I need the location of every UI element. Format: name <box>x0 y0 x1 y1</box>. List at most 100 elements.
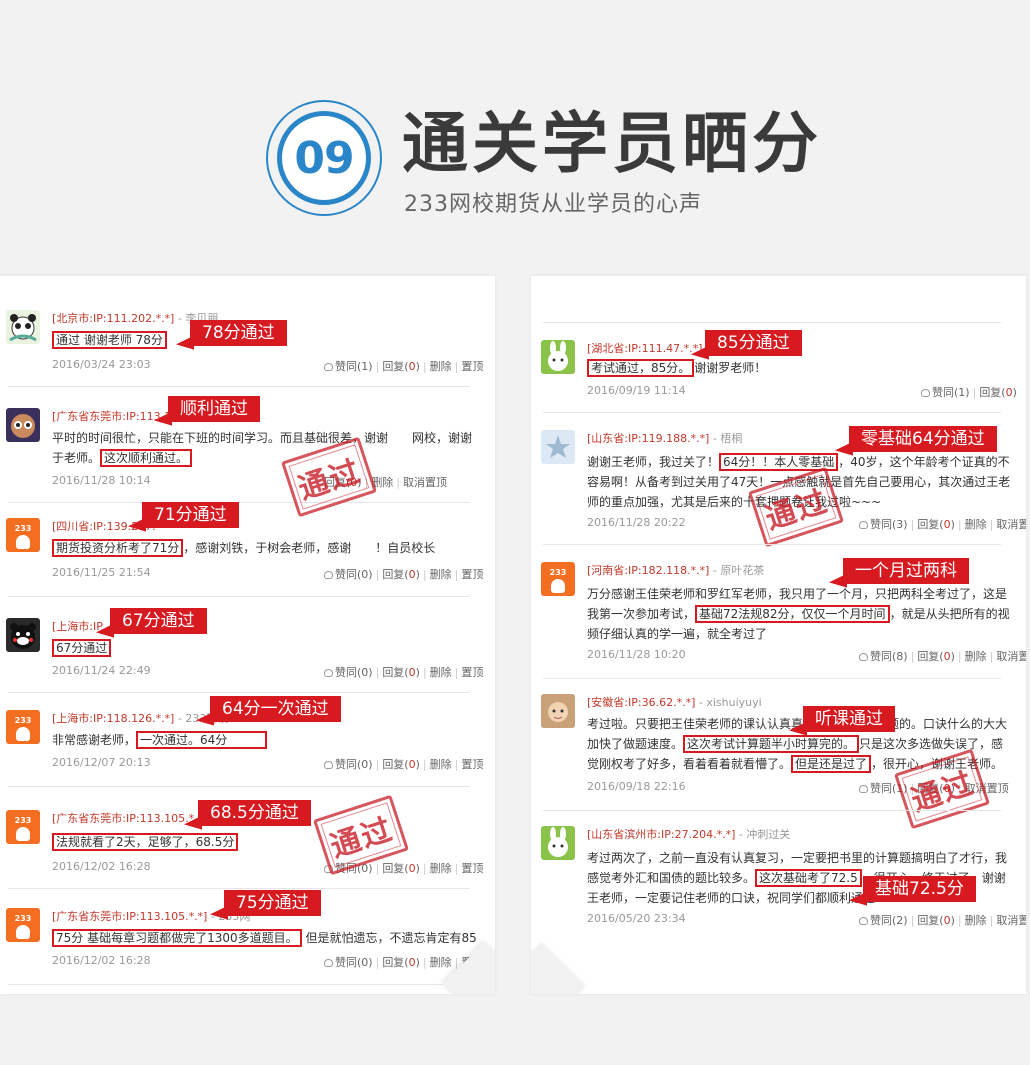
page-title: 通关学员晒分 <box>402 105 822 182</box>
thumbs-up-icon <box>859 917 868 925</box>
comment-text: 法规就看了2天，足够了，68.5分 <box>52 832 472 852</box>
thumbs-up-icon <box>324 761 333 769</box>
like-button[interactable]: 赞同(0) <box>324 758 373 771</box>
score-callout: 顺利通过 <box>168 396 260 422</box>
pin-button[interactable]: 置顶 <box>461 956 483 969</box>
comment-divider <box>543 544 1001 545</box>
score-callout: 67分通过 <box>110 608 207 634</box>
delete-button[interactable]: 删除 <box>430 758 452 771</box>
comment-date: 2016/09/18 22:16 <box>587 780 686 793</box>
pin-button[interactable]: 取消置顶 <box>403 476 447 489</box>
reply-button[interactable]: 回复(0) <box>382 360 420 373</box>
delete-button[interactable]: 删除 <box>430 360 452 373</box>
score-callout: 听课通过 <box>803 706 895 732</box>
comment-ip: [湖北省:IP:111.47.*.*] <box>587 342 703 355</box>
comment-username[interactable]: 原叶花茶 <box>720 564 764 577</box>
thumbs-up-icon <box>324 363 333 371</box>
avatar[interactable] <box>6 618 40 652</box>
page-subtitle: 233网校期货从业学员的心声 <box>404 192 702 217</box>
comment-actions: 赞同(2)|回复(0)|删除|取消置顶 <box>859 912 1026 928</box>
pin-button[interactable]: 置顶 <box>461 568 483 581</box>
avatar[interactable] <box>6 408 40 442</box>
reply-button[interactable]: 回复(0) <box>382 568 420 581</box>
comment-divider <box>8 888 470 889</box>
avatar[interactable]: 233 <box>6 518 40 552</box>
score-highlight: 75分 基础每章习题都做完了1300多道题目。 <box>52 929 302 947</box>
section-number-badge: 09 <box>266 100 382 216</box>
comment-username[interactable]: 梧桐 <box>720 432 742 445</box>
pin-button[interactable]: 取消置顶 <box>996 914 1026 927</box>
comment-text: 万分感谢王佳荣老师和罗红军老师，我只用了一个月，只把两科全考过了，这是我第一次参… <box>587 587 1010 641</box>
avatar[interactable] <box>6 310 40 344</box>
comment-date: 2016/11/28 10:20 <box>587 648 686 661</box>
score-highlight: 法规就看了2天，足够了，68.5分 <box>52 833 239 851</box>
thumbs-up-icon <box>859 785 868 793</box>
comment-divider <box>543 322 1001 323</box>
delete-button[interactable]: 删除 <box>430 956 452 969</box>
avatar[interactable] <box>541 430 575 464</box>
comment-text: 67分通过 <box>52 638 472 658</box>
like-button[interactable]: 赞同(1) <box>921 386 970 399</box>
avatar[interactable] <box>541 694 575 728</box>
comment-username[interactable]: 冲刺过关 <box>746 828 790 841</box>
delete-button[interactable]: 删除 <box>430 568 452 581</box>
comment-ip: [北京市:IP:111.202.*.*] <box>52 312 175 325</box>
pin-button[interactable]: 置顶 <box>461 666 483 679</box>
score-highlight: 但是还是过了 <box>791 755 872 773</box>
score-callout: 85分通过 <box>705 330 802 356</box>
comment-text: 平时的时间很忙，只能在下班的时间学习。而且基础很差，谢谢 网校，谢谢于老师。 这次… <box>52 431 473 467</box>
pin-button[interactable]: 置顶 <box>461 862 483 875</box>
avatar[interactable]: 233 <box>6 710 40 744</box>
comment-divider <box>8 984 470 985</box>
reply-button[interactable]: 回复(0) <box>382 862 420 875</box>
comment-date: 2016/11/28 20:22 <box>587 516 686 529</box>
reply-button[interactable]: 回复(0) <box>382 758 420 771</box>
like-button[interactable]: 赞同(0) <box>324 568 373 581</box>
reply-button[interactable]: 回复(0) <box>917 914 955 927</box>
comment-meta: [湖北省:IP:111.47.*.*] <box>587 340 702 356</box>
pin-button[interactable]: 置顶 <box>461 758 483 771</box>
comment-divider <box>543 810 1001 811</box>
reply-button[interactable]: 回复(0) <box>917 518 955 531</box>
comment-username[interactable]: xishuiyuyi <box>706 696 761 709</box>
reply-button[interactable]: 回复(0) <box>382 666 420 679</box>
avatar[interactable] <box>541 826 575 860</box>
like-button[interactable]: 赞同(3) <box>859 518 908 531</box>
comment-divider <box>8 386 470 387</box>
pin-button[interactable]: 取消置顶 <box>996 518 1026 531</box>
reply-button[interactable]: 回复(0) <box>917 650 955 663</box>
reply-button[interactable]: 回复(0) <box>979 386 1017 399</box>
score-highlight: 这次顺利通过。 <box>100 449 193 467</box>
pin-button[interactable]: 置顶 <box>461 360 483 373</box>
like-button[interactable]: 赞同(2) <box>859 914 908 927</box>
comment-ip: [山东省滨州市:IP:27.204.*.*] <box>587 828 736 841</box>
reply-button[interactable]: 回复(0) <box>382 956 420 969</box>
score-callout: 68.5分通过 <box>198 800 311 826</box>
delete-button[interactable]: 删除 <box>965 650 987 663</box>
score-highlight: 67分通过 <box>52 639 112 657</box>
like-button[interactable]: 赞同(8) <box>859 650 908 663</box>
thumbs-up-icon <box>324 571 333 579</box>
delete-button[interactable]: 删除 <box>430 666 452 679</box>
score-highlight: 通过 谢谢老师 78分 <box>52 331 167 349</box>
avatar[interactable]: 233 <box>6 908 40 942</box>
comment-divider <box>8 596 470 597</box>
like-button[interactable]: 赞同(0) <box>324 666 373 679</box>
comment-date: 2016/12/07 20:13 <box>52 756 151 769</box>
comment-meta: [河南省:IP:182.118.*.*] - 原叶花茶 <box>587 564 765 577</box>
like-button[interactable]: 赞同(1) <box>324 360 373 373</box>
avatar[interactable] <box>541 340 575 374</box>
delete-button[interactable]: 删除 <box>965 914 987 927</box>
like-button[interactable]: 赞同(0) <box>324 956 373 969</box>
avatar[interactable]: 233 <box>541 562 575 596</box>
score-highlight: 基础72法规82分，仅仅一个月时间 <box>695 605 890 623</box>
delete-button[interactable]: 删除 <box>430 862 452 875</box>
score-highlight: 这次考试计算题半小时算完的。 <box>683 735 860 753</box>
section-header: 09 通关学员晒分 233网校期货从业学员的心声 <box>0 0 1030 270</box>
comment-date: 2016/09/19 11:14 <box>587 384 686 397</box>
avatar[interactable]: 233 <box>6 810 40 844</box>
comment-meta: [山东省:IP:119.188.*.*] - 梧桐 <box>587 432 743 445</box>
pin-button[interactable]: 取消置顶 <box>996 650 1026 663</box>
score-callout: 基础72.5分 <box>863 876 976 902</box>
delete-button[interactable]: 删除 <box>965 518 987 531</box>
